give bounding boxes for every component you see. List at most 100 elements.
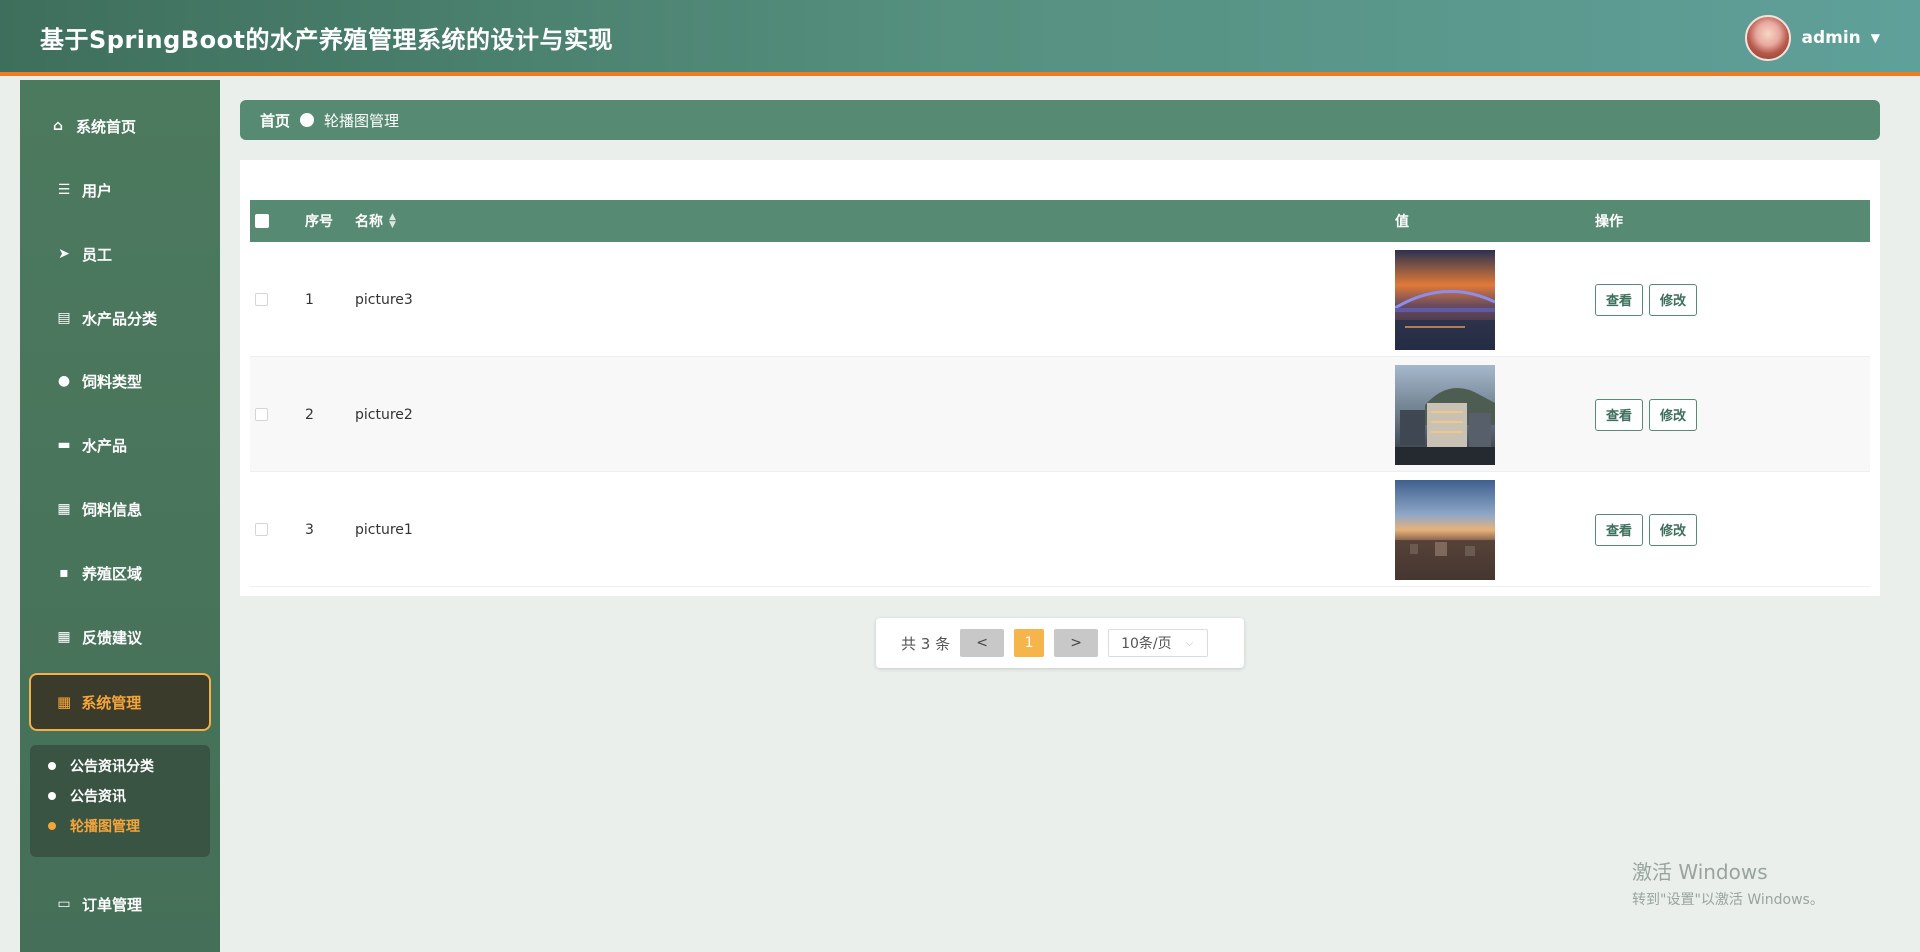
view-button[interactable]: 查看 <box>1595 513 1644 546</box>
column-header-name[interactable]: 名称 ▲ ▼ <box>355 200 396 242</box>
submenu-item-label: 公告资讯分类 <box>70 759 154 775</box>
sidebar-item-product-category[interactable]: ▤ 水产品分类 <box>56 304 157 332</box>
page-size-value: 10条/页 <box>1121 636 1172 652</box>
breadcrumb-separator-icon <box>300 113 315 127</box>
prev-page-button[interactable]: < <box>960 629 1005 657</box>
sidebar-item-label: 饲料信息 <box>82 500 143 519</box>
sidebar-item-label: 员工 <box>82 245 113 264</box>
column-header-value: 值 <box>1395 214 1409 230</box>
table-row: 1 picture3 查看 修改 <box>250 242 1870 357</box>
table-header: 序号 名称 ▲ ▼ 值 操作 <box>250 200 1870 242</box>
view-button[interactable]: 查看 <box>1595 283 1644 316</box>
sidebar-item-farming-area[interactable]: ▪ 养殖区域 <box>56 559 142 587</box>
row-checkbox[interactable] <box>255 472 268 587</box>
chat-icon: ▪ <box>59 565 69 581</box>
breadcrumb-home[interactable]: 首页 <box>260 110 290 131</box>
sidebar-item-label: 用户 <box>82 181 113 200</box>
sidebar-item-label: 系统首页 <box>76 117 137 136</box>
table-row: 3 picture1 查看 修改 <box>250 472 1870 587</box>
next-page-button[interactable]: > <box>1054 629 1099 657</box>
sidebar-item-label: 水产品 <box>82 436 128 455</box>
sidebar-item-label: 养殖区域 <box>82 564 143 583</box>
edit-button[interactable]: 修改 <box>1649 283 1698 316</box>
top-header: 基于SpringBoot的水产养殖管理系统的设计与实现 admin ▼ <box>0 0 1920 76</box>
monitor-icon: ▭ <box>57 896 71 912</box>
sort-icon[interactable]: ▲ ▼ <box>389 213 396 230</box>
submenu-item-label: 轮播图管理 <box>70 819 140 835</box>
column-header-actions: 操作 <box>1595 214 1623 230</box>
row-name: picture2 <box>355 406 413 423</box>
column-header-index: 序号 <box>305 214 333 230</box>
sidebar-item-label: 系统管理 <box>81 693 142 712</box>
select-all-checkbox[interactable] <box>255 200 269 242</box>
submenu-item-label: 公告资讯 <box>70 789 126 805</box>
sidebar-item-feed-info[interactable]: ▦ 饲料信息 <box>56 495 142 523</box>
sidebar-item-users[interactable]: ☰ 用户 <box>56 176 112 204</box>
sidebar-item-label: 反馈建议 <box>82 628 143 647</box>
edit-button[interactable]: 修改 <box>1649 398 1698 431</box>
chevron-down-icon[interactable]: ▼ <box>1871 31 1880 45</box>
row-checkbox[interactable] <box>255 242 268 357</box>
checkbox-icon[interactable] <box>255 293 268 306</box>
page-number-button[interactable]: 1 <box>1014 629 1045 657</box>
list-icon: ☰ <box>57 182 71 198</box>
sidebar: ⌂ 系统首页 ☰ 用户 ➤ 员工 ▤ 水产品分类 ● 饲料类型 ▬ 水产品 ▦ … <box>20 80 220 952</box>
briefcase-icon: ▬ <box>57 437 71 453</box>
edit-button[interactable]: 修改 <box>1649 513 1698 546</box>
row-index: 3 <box>305 521 314 538</box>
user-menu[interactable]: admin ▼ <box>1745 14 1880 62</box>
carousel-thumbnail <box>1395 249 1495 350</box>
checkbox-icon[interactable] <box>255 523 268 536</box>
carousel-thumbnail <box>1395 479 1495 580</box>
breadcrumb: 首页 轮播图管理 <box>240 100 1880 140</box>
row-checkbox[interactable] <box>255 357 268 472</box>
row-name: picture3 <box>355 291 413 308</box>
row-index: 1 <box>305 291 314 308</box>
sidebar-item-label: 饲料类型 <box>82 372 143 391</box>
bulb-icon: ● <box>57 373 71 389</box>
bullet-icon <box>48 822 56 830</box>
page-size-select[interactable]: 10条/页 ⌵ <box>1108 629 1209 657</box>
watermark-line1: 激活 Windows <box>1632 860 1768 884</box>
table-panel: 序号 名称 ▲ ▼ 值 操作 1 picture3 查看 修改 2 pictur… <box>240 160 1880 596</box>
sidebar-item-feed-type[interactable]: ● 饲料类型 <box>56 367 142 395</box>
home-icon: ⌂ <box>52 118 64 134</box>
grid-icon: ▦ <box>57 629 71 645</box>
sidebar-item-staff[interactable]: ➤ 员工 <box>56 240 112 268</box>
watermark-line2: 转到"设置"以激活 Windows。 <box>1632 892 1824 908</box>
column-header-name-label: 名称 <box>355 214 383 230</box>
view-button[interactable]: 查看 <box>1595 398 1644 431</box>
row-image <box>1395 357 1495 472</box>
submenu-item-notice-category[interactable]: 公告资讯分类 <box>48 755 154 777</box>
sidebar-item-label: 水产品分类 <box>82 309 158 328</box>
sidebar-item-orders[interactable]: ▭ 订单管理 <box>56 890 142 918</box>
sidebar-item-system-management[interactable]: ▦ 系统管理 <box>29 673 211 731</box>
sidebar-item-feedback[interactable]: ▦ 反馈建议 <box>56 623 142 651</box>
sidebar-item-home[interactable]: ⌂ 系统首页 <box>50 112 136 140</box>
chevron-down-icon: ⌵ <box>1185 637 1194 649</box>
sidebar-item-products[interactable]: ▬ 水产品 <box>56 431 127 459</box>
pagination: 共 3 条 < 1 > 10条/页 ⌵ <box>876 618 1244 668</box>
row-image <box>1395 472 1495 587</box>
checkbox-icon[interactable] <box>255 408 268 421</box>
bullet-icon <box>48 762 56 770</box>
row-actions: 查看 修改 <box>1595 357 1703 472</box>
app-title: 基于SpringBoot的水产养殖管理系统的设计与实现 <box>40 26 614 54</box>
row-actions: 查看 修改 <box>1595 472 1703 587</box>
pagination-total: 共 3 条 <box>901 634 951 653</box>
row-index: 2 <box>305 406 314 423</box>
row-actions: 查看 修改 <box>1595 242 1703 357</box>
bullet-icon <box>48 792 56 800</box>
grid-icon: ▦ <box>57 693 72 711</box>
avatar[interactable] <box>1745 15 1792 61</box>
breadcrumb-current: 轮播图管理 <box>324 111 400 130</box>
sidebar-item-label: 订单管理 <box>82 895 143 914</box>
username[interactable]: admin <box>1801 28 1860 48</box>
checkbox-icon[interactable] <box>255 214 269 228</box>
table-row: 2 picture2 查看 修改 <box>250 357 1870 472</box>
submenu-item-notice[interactable]: 公告资讯 <box>48 785 126 807</box>
carousel-thumbnail <box>1395 364 1495 465</box>
windows-activation-watermark: 激活 Windows 转到"设置"以激活 Windows。 <box>1632 856 1824 909</box>
submenu-item-carousel[interactable]: 轮播图管理 <box>48 815 140 837</box>
system-submenu: 公告资讯分类 公告资讯 轮播图管理 <box>30 745 210 857</box>
